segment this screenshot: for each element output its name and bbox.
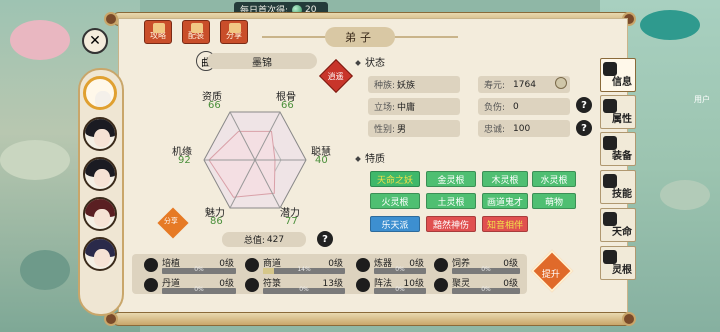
skill-icon: [144, 278, 158, 292]
trait-tag[interactable]: 木灵根: [482, 171, 528, 187]
skill-row: 商道 0级 14%: [243, 256, 347, 276]
skill-row: 丹道 0级 0%: [142, 276, 238, 296]
trait-tag[interactable]: 画道鬼才: [482, 193, 528, 209]
skill-icon: [245, 258, 259, 272]
skill-progress-bar: 0%: [452, 266, 520, 274]
share-icon: [229, 23, 241, 33]
loyalty-field: 忠诚: 100: [478, 120, 570, 137]
tab-attributes[interactable]: 属性: [600, 95, 636, 129]
skill-progress-bar: 0%: [162, 266, 236, 274]
disciple-avatar[interactable]: [83, 157, 117, 191]
skill-icon: [356, 278, 370, 292]
trait-tag[interactable]: 天命之妖: [370, 171, 420, 187]
skill-percent: 0%: [194, 266, 204, 273]
race-field: 种族: 妖族: [368, 76, 460, 93]
skill-row: 阵法 10级 0%: [354, 276, 428, 296]
stance-field: 立场: 中庸: [368, 98, 460, 115]
panel-title-bar: 弟子: [262, 26, 458, 48]
skill-progress-bar: 0%: [374, 266, 426, 274]
skill-icon: [245, 278, 259, 292]
skill-row: 炼器 0级 0%: [354, 256, 428, 276]
share-top-button[interactable]: 分享: [220, 20, 248, 44]
tab-equipment[interactable]: 装备: [600, 132, 636, 166]
trait-tag[interactable]: 土灵根: [426, 193, 476, 209]
trait-tag[interactable]: 水灵根: [532, 171, 576, 187]
loyalty-help-button[interactable]: ?: [576, 120, 592, 136]
skill-percent: 0%: [481, 266, 491, 273]
skill-progress-bar: 14%: [263, 266, 345, 274]
skill-icon: [356, 258, 370, 272]
attribute-radar: [203, 111, 307, 209]
pin-icon: ✕: [89, 33, 101, 49]
skill-progress-bar: 0%: [374, 286, 426, 294]
gender-field: 性别: 男: [368, 120, 460, 137]
user-label[interactable]: 用户: [694, 94, 710, 105]
disciple-name: 墨锦: [207, 53, 317, 69]
tab-spirit-root[interactable]: 灵根: [600, 246, 636, 280]
scroll-cap-icon: [104, 12, 118, 26]
injury-field: 负伤: 0: [478, 98, 570, 115]
disciple-avatar-selected[interactable]: [83, 76, 117, 110]
book-icon: [153, 23, 165, 33]
skill-percent: 14%: [297, 266, 311, 273]
pavilion-roof: [640, 10, 700, 40]
tab-skills[interactable]: 技能: [600, 170, 636, 204]
stat-wisdom-value: 40: [315, 155, 328, 166]
skill-row: 聚灵 0级 0%: [432, 276, 522, 296]
guide-button[interactable]: 攻略: [144, 20, 172, 44]
trait-tag[interactable]: 萌物: [532, 193, 576, 209]
scroll-cap-icon: [622, 312, 636, 326]
status-help-button[interactable]: ?: [576, 97, 592, 113]
trait-tag[interactable]: 知音相伴: [482, 216, 528, 232]
trait-tag[interactable]: 火灵根: [370, 193, 420, 209]
skill-icon: [144, 258, 158, 272]
status-title: 状态: [356, 54, 385, 69]
skill-percent: 0%: [395, 266, 405, 273]
trait-tag[interactable]: 黯然神伤: [426, 216, 476, 232]
disciple-avatar[interactable]: [83, 237, 117, 271]
skill-percent: 0%: [395, 286, 405, 293]
total-help-button[interactable]: ?: [317, 231, 333, 247]
total-value: 总值: 427: [222, 232, 306, 247]
skill-row: 符箓 13级 0%: [243, 276, 347, 296]
stat-bone-value: 66: [281, 100, 294, 111]
roof-decoration: [0, 140, 70, 180]
skill-percent: 0%: [299, 286, 309, 293]
tab-info[interactable]: 信息: [600, 58, 636, 92]
skill-percent: 0%: [194, 286, 204, 293]
skill-icon: [434, 258, 448, 272]
stat-fortune-value: 92: [178, 155, 191, 166]
skill-progress-bar: 0%: [452, 286, 520, 294]
stat-charm-value: 86: [210, 216, 223, 227]
traits-title: 特质: [356, 150, 385, 165]
skill-progress-bar: 0%: [162, 286, 236, 294]
skill-icon: [434, 278, 448, 292]
back-button[interactable]: ✕: [82, 28, 108, 54]
skill-progress-bar: 0%: [263, 286, 345, 294]
disciple-avatar[interactable]: [83, 117, 117, 151]
skill-percent: 0%: [481, 286, 491, 293]
equipment-icon: [191, 23, 203, 33]
equip-preset-button[interactable]: 配装: [182, 20, 210, 44]
lifespan-coin-icon[interactable]: [555, 77, 567, 89]
trait-tag[interactable]: 金灵根: [426, 171, 476, 187]
stat-potential-value: 77: [285, 216, 298, 227]
skill-row: 培植 0级 0%: [142, 256, 238, 276]
trait-tag[interactable]: 乐天派: [370, 216, 420, 232]
rock-decoration: [20, 250, 70, 290]
skill-row: 饲养 0级 0%: [432, 256, 522, 276]
blossom-tree: [10, 20, 70, 60]
tab-destiny[interactable]: 天命: [600, 208, 636, 242]
disciple-avatar[interactable]: [83, 197, 117, 231]
stat-aptitude-value: 66: [208, 100, 221, 111]
bridge-decoration: [660, 180, 710, 210]
panel-title: 弟子: [325, 27, 395, 47]
scroll-rod-bottom: [112, 312, 632, 326]
